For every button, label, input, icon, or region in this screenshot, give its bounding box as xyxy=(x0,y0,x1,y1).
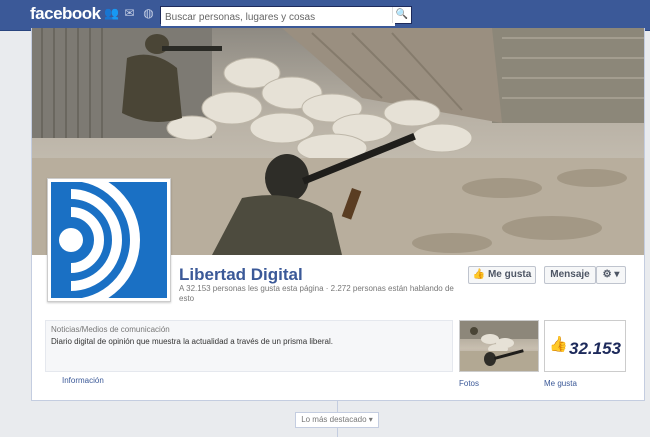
photos-thumbnail[interactable] xyxy=(459,320,539,372)
settings-dropdown-button[interactable]: ⚙ ▾ xyxy=(596,266,626,284)
thumbs-up-icon: 👍 xyxy=(549,336,568,353)
chevron-down-icon: ▾ xyxy=(368,415,373,424)
message-button[interactable]: Mensaje xyxy=(544,266,596,284)
thumbs-up-icon: 👍 xyxy=(472,269,486,280)
like-button-label: Me gusta xyxy=(487,269,532,280)
photos-tab-label[interactable]: Fotos xyxy=(459,379,479,388)
top-bar: facebook 👥 ✉ ◍ 🔍 xyxy=(0,0,650,31)
like-button[interactable]: 👍 Me gusta xyxy=(468,266,536,284)
photos-thumbnail-image xyxy=(460,321,538,371)
highlights-dropdown-label: Lo más destacado xyxy=(301,415,367,424)
about-box[interactable]: Noticias/Medios de comunicación Diario d… xyxy=(45,320,453,372)
likes-tab-label[interactable]: Me gusta xyxy=(544,379,577,388)
messages-icon[interactable]: ✉ xyxy=(123,7,136,20)
profile-picture[interactable] xyxy=(47,178,171,302)
page-title[interactable]: Libertad Digital xyxy=(179,265,303,285)
highlights-dropdown[interactable]: Lo más destacado ▾ xyxy=(295,412,379,428)
search-input[interactable] xyxy=(161,9,395,26)
page-stats: A 32.153 personas les gusta esta página … xyxy=(179,284,454,303)
info-link[interactable]: Información xyxy=(62,376,104,385)
search-icon[interactable]: 🔍 xyxy=(392,7,411,23)
friend-requests-icon[interactable]: 👥 xyxy=(104,7,119,20)
notification-icons: 👥 ✉ ◍ xyxy=(104,7,155,20)
likes-box[interactable]: 👍 32.153 xyxy=(544,320,626,372)
notifications-icon[interactable]: ◍ xyxy=(142,7,155,20)
facebook-logo[interactable]: facebook xyxy=(30,4,101,24)
page-category: Noticias/Medios de comunicación xyxy=(51,325,170,334)
likes-count: 32.153 xyxy=(569,339,621,358)
page-description: Diario digital de opinión que muestra la… xyxy=(51,337,333,346)
search-box: 🔍 xyxy=(160,6,412,26)
libertad-digital-logo xyxy=(51,182,167,298)
